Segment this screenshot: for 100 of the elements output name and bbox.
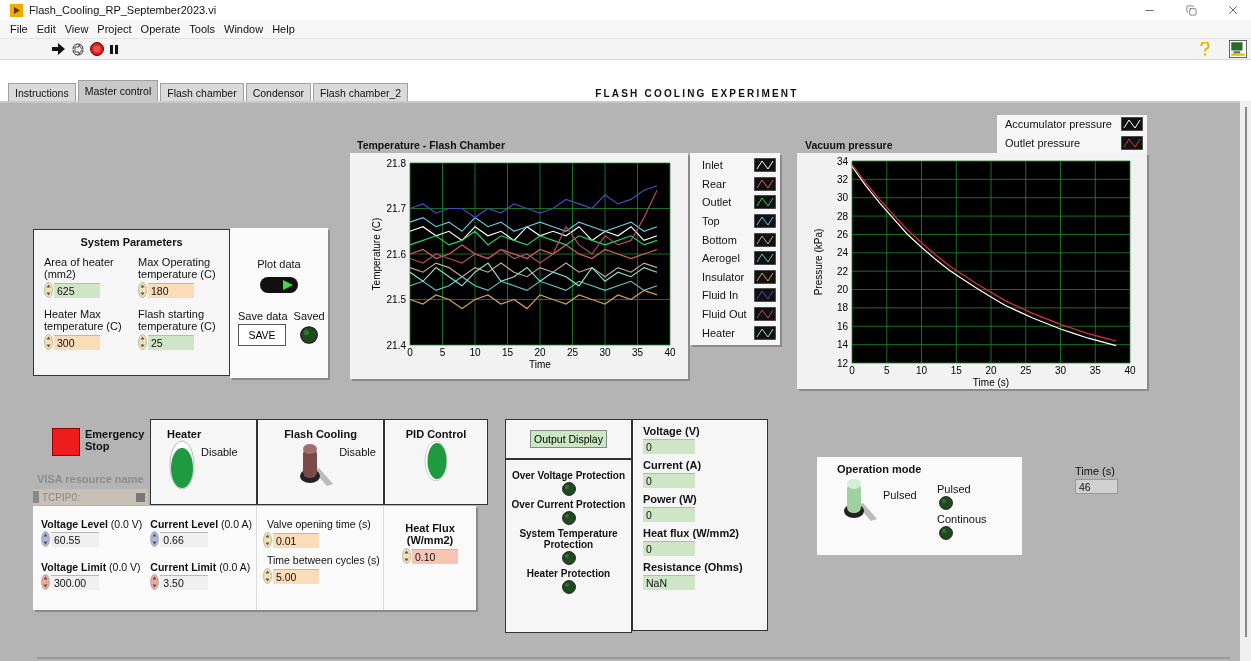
spinner-button[interactable]	[41, 531, 50, 547]
legend-label: Rear	[702, 177, 726, 190]
axis-title: Time	[529, 359, 551, 370]
axis-title: Temperature (C)	[371, 217, 382, 291]
menu-item[interactable]: Help	[272, 23, 295, 35]
spinner-button[interactable]	[44, 334, 53, 350]
menu-item[interactable]: File	[10, 23, 28, 35]
run-arrow-icon[interactable]	[52, 43, 66, 55]
tick-label: 10	[469, 347, 481, 358]
control-label: Save data	[238, 310, 288, 322]
menu-item[interactable]: View	[64, 23, 89, 35]
tick-label: 40	[664, 347, 676, 358]
abort-icon[interactable]	[90, 42, 104, 56]
spinner-button[interactable]	[41, 574, 50, 590]
tick-label: 35	[631, 347, 644, 358]
vi-icon[interactable]	[1229, 40, 1247, 58]
field-label: Current Level (0.0 A)	[150, 518, 252, 530]
numeric-field[interactable]: 300.00	[51, 574, 99, 590]
tick-label: 12	[836, 357, 848, 369]
spinner-button[interactable]	[138, 334, 147, 350]
spinner-button[interactable]	[150, 574, 160, 590]
field-label: Voltage Limit (0.0 V)	[41, 561, 141, 573]
menu-item[interactable]: Tools	[189, 23, 216, 35]
tick-label: 20	[534, 347, 546, 358]
numeric-indicator: NaN	[643, 575, 695, 590]
restore-icon[interactable]	[1185, 4, 1197, 16]
output-display-button[interactable]: Output Display	[530, 430, 607, 448]
field-label: Heater Max temperature (C)	[44, 307, 123, 332]
state-label: Disable	[339, 446, 376, 458]
close-icon[interactable]	[1226, 3, 1240, 17]
tab[interactable]: Flash chamber_2	[313, 83, 409, 101]
rocker-switch[interactable]	[167, 440, 195, 490]
legend-swatch	[754, 195, 776, 210]
plot-data-switch[interactable]	[259, 276, 299, 294]
legend-label: Bottom	[702, 233, 737, 246]
menu-item[interactable]: Project	[97, 23, 132, 35]
indicator-label: Time (s)	[1075, 465, 1115, 477]
scrollbar[interactable]	[1240, 101, 1251, 661]
numeric-indicator: 0	[643, 439, 695, 454]
tick-label: 26	[836, 228, 848, 240]
tick-label: 22	[836, 265, 848, 277]
legend-swatch	[1121, 136, 1143, 151]
numeric-field[interactable]: 5.00	[273, 568, 319, 584]
legend-label: Fluid In	[702, 289, 739, 302]
spinner-button[interactable]	[263, 568, 272, 584]
tick-label: 28	[836, 210, 848, 222]
spinner-button[interactable]	[44, 282, 53, 298]
tab[interactable]: Instructions	[8, 83, 76, 101]
numeric-field[interactable]: 25	[148, 334, 194, 350]
menu-item[interactable]: Edit	[36, 23, 56, 35]
tab[interactable]: Master control	[77, 80, 159, 101]
field-label: Voltage Level (0.0 V)	[41, 518, 143, 530]
numeric-field[interactable]: 0.66	[160, 531, 209, 547]
menu-item[interactable]: Operate	[140, 23, 181, 35]
save-button[interactable]: SAVE	[238, 324, 286, 346]
chart-title: Vacuum pressure	[805, 139, 893, 151]
numeric-field[interactable]: 180	[148, 282, 194, 298]
menu-item[interactable]: Window	[224, 23, 264, 35]
tick-label: 34	[836, 155, 848, 167]
legend-swatch	[754, 158, 776, 173]
round-button[interactable]	[424, 440, 448, 482]
resource-icon	[33, 491, 39, 503]
legend-swatch	[754, 232, 776, 247]
indicator-label: System Temperature Protection	[518, 528, 619, 550]
tick-label: 35	[1089, 365, 1101, 376]
indicator-label: Heat flux (W/mm2)	[643, 527, 739, 539]
spinner-button[interactable]	[263, 532, 272, 548]
run-continuously-icon[interactable]	[71, 42, 85, 56]
control-label: Plot data	[257, 258, 301, 270]
browse-icon	[136, 492, 145, 502]
tab[interactable]: Flash chamber	[160, 83, 244, 101]
numeric-field[interactable]: 60.55	[51, 531, 99, 547]
numeric-field[interactable]: 300	[54, 334, 100, 350]
tick-label: 5	[439, 347, 446, 358]
control-label: Saved	[293, 310, 325, 322]
spinner-button[interactable]	[402, 548, 411, 564]
legend-label: Top	[702, 215, 720, 228]
tick-label: 32	[836, 173, 848, 185]
indicator-label: Over Current Protection	[510, 499, 627, 510]
app-icon	[10, 3, 23, 17]
pause-icon[interactable]	[109, 43, 119, 55]
numeric-indicator: 0	[643, 507, 695, 522]
legend-label: Accumulator pressure	[1005, 118, 1112, 131]
legend-label: Aerogel	[702, 252, 740, 265]
spinner-button[interactable]	[150, 531, 160, 547]
tick-label: 30	[1054, 365, 1067, 376]
field-label: Flash starting temperature (C)	[138, 307, 217, 332]
spinner-button[interactable]	[138, 282, 147, 298]
chart-title: Temperature - Flash Chamber	[357, 139, 505, 151]
numeric-field[interactable]: 3.50	[160, 574, 209, 590]
indicator-label: Resistance (Ohms)	[643, 561, 743, 573]
numeric-field[interactable]: 625	[54, 282, 100, 298]
tick-label: 21.4	[386, 339, 406, 351]
numeric-field[interactable]: 0.01	[273, 532, 319, 548]
field-label: Heat Flux (W/mm2)	[404, 522, 456, 546]
legend-swatch	[754, 288, 776, 303]
tab[interactable]: Condensor	[245, 83, 312, 101]
numeric-field[interactable]: 0.10	[412, 548, 458, 564]
tick-label: 40	[1124, 365, 1136, 376]
field-label: Current Limit (0.0 A)	[150, 561, 251, 573]
